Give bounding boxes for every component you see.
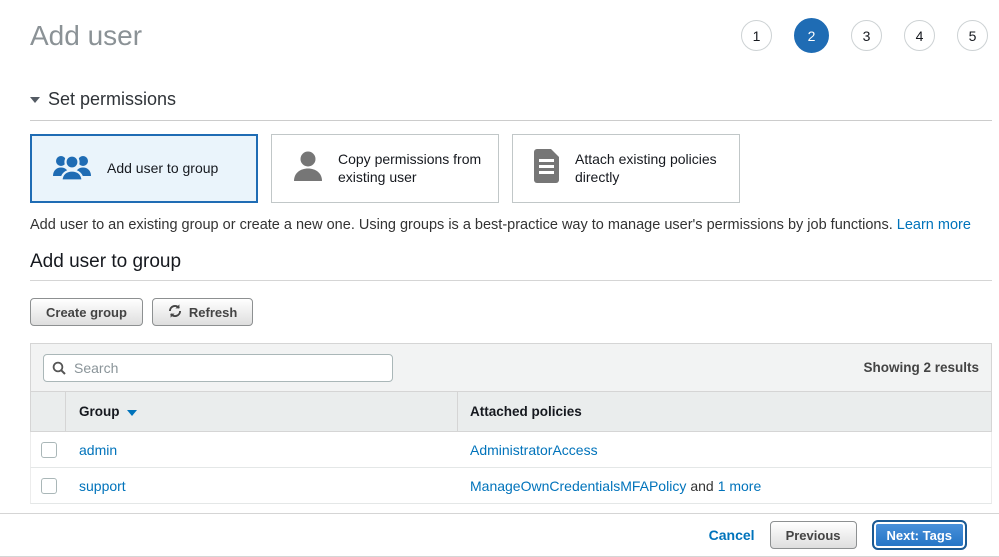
users-group-icon: [51, 149, 93, 188]
table-toolbar: Showing 2 results: [30, 343, 992, 391]
policy-more-link[interactable]: 1 more: [718, 478, 762, 494]
previous-button[interactable]: Previous: [770, 521, 857, 549]
row-checkbox[interactable]: [41, 478, 57, 494]
step-3[interactable]: 3: [851, 20, 882, 51]
refresh-label: Refresh: [189, 305, 237, 320]
step-5[interactable]: 5: [957, 20, 988, 51]
policy-link[interactable]: AdministratorAccess: [470, 442, 598, 458]
set-permissions-title: Set permissions: [48, 89, 176, 110]
wizard-footer: Cancel Previous Next: Tags: [0, 513, 999, 557]
policy-join-text: and: [690, 478, 713, 494]
card-add-user-to-group[interactable]: Add user to group: [30, 134, 258, 203]
next-tags-label: Next: Tags: [887, 528, 953, 543]
search-icon: [52, 361, 66, 380]
page-title: Add user: [30, 20, 142, 52]
card-label: Add user to group: [107, 160, 226, 178]
wizard-steps: 1 2 3 4 5: [741, 18, 992, 53]
permission-option-cards: Add user to group Copy permissions from …: [30, 134, 992, 203]
step-4[interactable]: 4: [904, 20, 935, 51]
card-copy-permissions[interactable]: Copy permissions from existing user: [271, 134, 499, 203]
main-content: Add user 1 2 3 4 5 Set permissions: [30, 0, 992, 504]
group-link[interactable]: support: [79, 478, 126, 494]
refresh-icon: [168, 304, 182, 321]
next-tags-button[interactable]: Next: Tags: [872, 520, 968, 550]
section-description: Add user to an existing group or create …: [30, 217, 992, 233]
sort-descending-icon: [127, 410, 137, 416]
select-all-column: [31, 392, 66, 431]
group-column-label: Group: [79, 404, 120, 419]
page-header: Add user 1 2 3 4 5: [30, 0, 992, 53]
row-checkbox[interactable]: [41, 442, 57, 458]
groups-table: Showing 2 results Group Attached policie…: [30, 343, 992, 504]
refresh-button[interactable]: Refresh: [152, 298, 253, 326]
group-column-header[interactable]: Group: [66, 392, 458, 431]
description-text: Add user to an existing group or create …: [30, 217, 893, 233]
learn-more-link[interactable]: Learn more: [897, 217, 971, 233]
user-icon: [292, 149, 324, 188]
table-row-admin: admin AdministratorAccess: [30, 432, 992, 468]
set-permissions-header[interactable]: Set permissions: [30, 89, 992, 121]
policies-column-header: Attached policies: [458, 392, 991, 431]
group-link[interactable]: admin: [79, 442, 117, 458]
policies-column-label: Attached policies: [470, 404, 582, 419]
create-group-button[interactable]: Create group: [30, 298, 143, 326]
create-group-label: Create group: [46, 305, 127, 320]
card-attach-policies[interactable]: Attach existing policies directly: [512, 134, 740, 203]
results-count: Showing 2 results: [863, 360, 979, 375]
card-label: Attach existing policies directly: [575, 151, 739, 186]
table-actions: Create group Refresh: [30, 298, 992, 326]
cancel-link[interactable]: Cancel: [709, 527, 755, 543]
previous-label: Previous: [786, 528, 841, 543]
search-input[interactable]: [43, 354, 393, 382]
card-label: Copy permissions from existing user: [338, 151, 498, 186]
search-box: [43, 354, 393, 382]
collapse-caret-icon: [30, 97, 40, 103]
step-2-active[interactable]: 2: [794, 18, 829, 53]
table-row-support: support ManageOwnCredentialsMFAPolicy an…: [30, 468, 992, 504]
step-1[interactable]: 1: [741, 20, 772, 51]
table-header-row: Group Attached policies: [30, 391, 992, 432]
document-icon: [533, 149, 561, 188]
policy-link[interactable]: ManageOwnCredentialsMFAPolicy: [470, 478, 686, 494]
add-user-to-group-heading: Add user to group: [30, 251, 992, 281]
